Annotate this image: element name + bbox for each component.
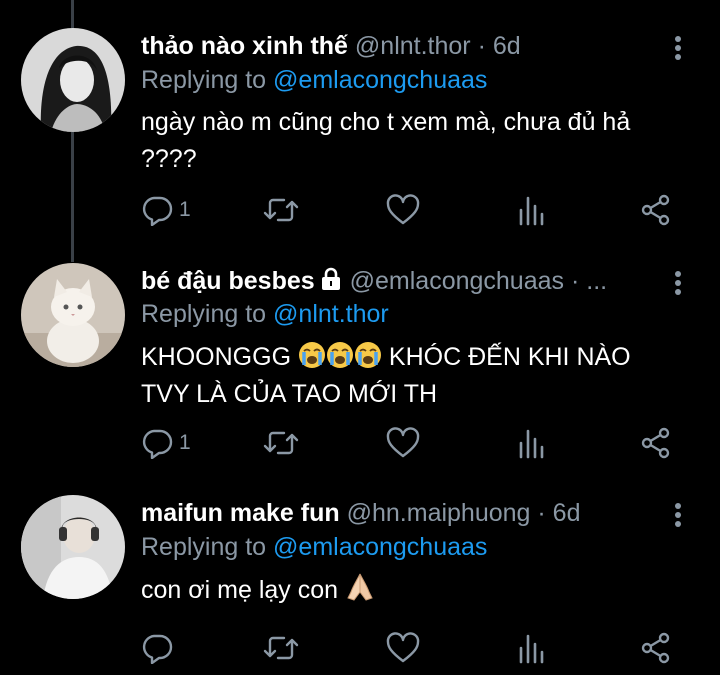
reply-tweet[interactable]: bé đậu besbes @emlacongchuaas · ... Repl… xyxy=(0,245,720,475)
display-name[interactable]: thảo nào xinh thế xyxy=(141,32,348,60)
tweet-actions: 1 xyxy=(141,425,681,461)
analytics-button[interactable] xyxy=(518,630,544,666)
reply-icon xyxy=(142,429,173,459)
tweet-text: ngày nào m cũng cho t xem mà, chưa đủ hả… xyxy=(141,108,631,173)
loudly-crying-face-icon xyxy=(326,342,353,368)
like-button[interactable] xyxy=(386,192,420,228)
reply-icon xyxy=(142,634,173,664)
share-button[interactable] xyxy=(640,630,672,666)
replying-to-label: Replying to xyxy=(141,533,267,561)
retweet-button[interactable] xyxy=(263,425,299,461)
like-icon xyxy=(386,427,420,458)
replying-to-label: Replying to xyxy=(141,66,267,94)
share-icon xyxy=(641,632,670,664)
reply-button[interactable]: 1 xyxy=(141,192,191,228)
more-icon[interactable] xyxy=(668,268,688,298)
avatar[interactable] xyxy=(21,263,125,367)
replying-to-label: Replying to xyxy=(141,300,267,328)
handle[interactable]: @emlacongchuaas xyxy=(350,267,564,295)
tweet-text: KHOONGGG KHÓC ĐẾN KHI NÀO TVY LÀ CỦA TAO… xyxy=(141,339,681,413)
like-button[interactable] xyxy=(386,630,420,666)
tweet-header: bé đậu besbes @emlacongchuaas · ... xyxy=(141,266,607,296)
display-name[interactable]: maifun make fun xyxy=(141,499,340,527)
reply-tweet[interactable]: thảo nào xinh thế @nlnt.thor · 6d Replyi… xyxy=(0,0,720,245)
tweet-text: con ơi mẹ lạy con xyxy=(141,572,681,609)
retweet-icon xyxy=(263,636,299,660)
reply-count: 1 xyxy=(179,198,191,221)
more-icon[interactable] xyxy=(668,33,688,63)
like-button[interactable] xyxy=(386,425,420,461)
tweet-actions xyxy=(141,630,681,666)
share-icon xyxy=(641,194,670,226)
handle[interactable]: @nlnt.thor xyxy=(355,32,471,60)
replying-to-mention[interactable]: @emlacongchuaas xyxy=(273,66,487,94)
loudly-crying-face-icon xyxy=(298,342,325,368)
share-button[interactable] xyxy=(640,192,672,228)
tweet-header: thảo nào xinh thế @nlnt.thor · 6d xyxy=(141,31,521,61)
replying-to: Replying to @emlacongchuaas xyxy=(141,532,487,562)
tweet-text-start: KHOONGGG xyxy=(141,343,292,371)
tweet-header: maifun make fun @hn.maiphuong · 6d xyxy=(141,498,580,528)
tweet-actions: 1 xyxy=(141,192,681,228)
analytics-icon xyxy=(519,429,544,459)
reply-button[interactable]: 1 xyxy=(141,425,191,461)
reply-button[interactable] xyxy=(141,630,179,666)
avatar[interactable] xyxy=(21,495,125,599)
handle[interactable]: @hn.maiphuong xyxy=(347,499,531,527)
retweet-button[interactable] xyxy=(263,192,299,228)
tweet-text-main: con ơi mẹ lạy con xyxy=(141,576,339,604)
analytics-button[interactable] xyxy=(518,192,544,228)
share-icon xyxy=(641,427,670,459)
replying-to-mention[interactable]: @emlacongchuaas xyxy=(273,533,487,561)
analytics-icon xyxy=(519,634,544,664)
timestamp[interactable]: · 6d xyxy=(530,499,580,527)
display-name[interactable]: bé đậu besbes xyxy=(141,267,315,295)
analytics-icon xyxy=(519,196,544,226)
analytics-button[interactable] xyxy=(518,425,544,461)
reply-tweet[interactable]: maifun make fun @hn.maiphuong · 6d Reply… xyxy=(0,475,720,675)
share-button[interactable] xyxy=(640,425,672,461)
lock-icon xyxy=(321,267,340,290)
like-icon xyxy=(386,194,420,225)
more-icon[interactable] xyxy=(668,500,688,530)
loudly-crying-face-icon xyxy=(354,342,381,368)
folded-hands-icon xyxy=(347,573,373,601)
retweet-button[interactable] xyxy=(263,630,299,666)
timestamp[interactable]: · 6d xyxy=(471,32,521,60)
reply-icon xyxy=(142,196,173,226)
replying-to: Replying to @nlnt.thor xyxy=(141,299,389,329)
replying-to-mention[interactable]: @nlnt.thor xyxy=(273,300,389,328)
like-icon xyxy=(386,632,420,663)
retweet-icon xyxy=(263,431,299,455)
replying-to: Replying to @emlacongchuaas xyxy=(141,65,487,95)
retweet-icon xyxy=(263,198,299,222)
timestamp[interactable]: · ... xyxy=(564,267,607,295)
reply-count: 1 xyxy=(179,431,191,454)
avatar[interactable] xyxy=(21,28,125,132)
